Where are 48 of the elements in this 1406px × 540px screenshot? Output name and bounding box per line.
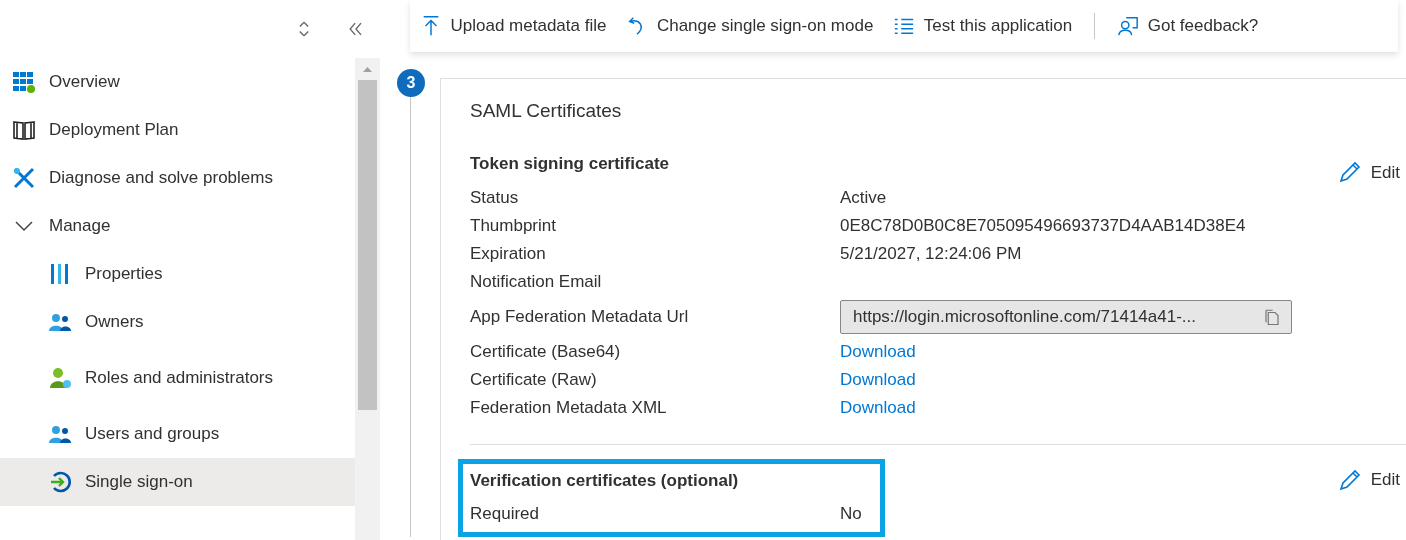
sign-in-icon <box>48 470 72 494</box>
edit-button[interactable]: Edit <box>1338 159 1406 185</box>
section-heading: Token signing certificate <box>470 153 670 175</box>
copy-icon <box>1263 307 1281 326</box>
nav-item[interactable]: Roles and administrators <box>0 346 355 410</box>
field-value: No <box>840 503 862 526</box>
scrollbar[interactable] <box>355 58 380 540</box>
nav-item[interactable]: Single sign-on <box>0 458 355 506</box>
field-value: Active <box>840 186 887 209</box>
field-label: Certificate (Raw) <box>470 369 598 391</box>
step-number: 3 <box>397 69 425 97</box>
download-link[interactable]: Download <box>840 367 916 393</box>
nav-item[interactable]: Properties <box>0 250 355 298</box>
field-label: Notification Email <box>470 270 603 293</box>
field-label: Certificate (Base64) <box>470 341 622 363</box>
field-label: Federation Metadata XML <box>470 397 668 419</box>
feedback-icon <box>1117 15 1140 37</box>
pencil-icon <box>1338 468 1363 492</box>
book-icon <box>12 118 36 142</box>
person-icon <box>48 366 72 390</box>
field-value: 0E8C78D0B0C8E705095496693737D4AAB14D38E4 <box>840 214 1246 237</box>
field-label: Required <box>470 503 540 526</box>
nav-item[interactable]: Overview <box>0 58 355 106</box>
download-link[interactable]: Download <box>840 339 916 365</box>
field-label: Expiration <box>470 242 547 265</box>
scrollbar-thumb[interactable] <box>358 80 377 410</box>
nav-item[interactable]: Users and groups <box>0 410 355 458</box>
nav-group[interactable]: Manage <box>0 202 355 250</box>
field-label: Status <box>470 186 520 209</box>
section-heading: Verification certificates (optional) <box>470 469 740 492</box>
tools-icon <box>12 166 36 190</box>
download-link[interactable]: Download <box>840 395 916 421</box>
edit-button[interactable]: Edit <box>1338 467 1406 493</box>
nav-item[interactable]: Diagnose and solve problems <box>0 154 355 202</box>
nav-item[interactable]: Deployment Plan <box>0 106 355 154</box>
pencil-icon <box>1338 160 1363 185</box>
toolbar-button[interactable]: Got feedback? <box>1107 13 1269 39</box>
toolbar-button[interactable]: Test this application <box>883 13 1083 39</box>
grid-icon <box>12 70 36 94</box>
url-field[interactable]: https://login.microsoftonline.com/71414a41-... <box>840 299 1292 334</box>
field-label: App Federation Metadata Url <box>470 305 690 328</box>
toolbar-button[interactable]: Change single sign-on mode <box>616 13 884 39</box>
nav-item[interactable]: Owners <box>0 298 355 346</box>
card-title: SAML Certificates <box>470 99 623 123</box>
url-text: https://login.microsoftonline.com/71414a41-... <box>853 305 1197 328</box>
toolbar-button[interactable]: Upload metadata file <box>410 13 617 39</box>
field-value: 5/21/2027, 12:24:06 PM <box>840 242 1022 265</box>
field-label: Thumbprint <box>470 214 557 237</box>
